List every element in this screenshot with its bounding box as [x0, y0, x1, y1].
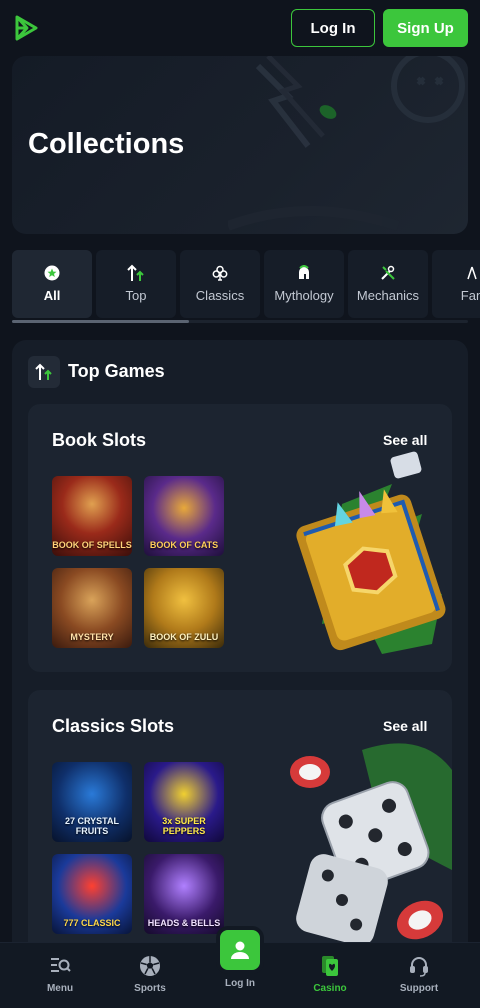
- game-name: BOOK OF CATS: [149, 540, 219, 550]
- category-scrollbar[interactable]: [12, 320, 468, 323]
- login-button[interactable]: Log In: [291, 9, 375, 47]
- tab-label: Top: [125, 288, 147, 303]
- tab-fantasy[interactable]: Fan: [432, 250, 480, 318]
- section-title: Top Games: [68, 361, 165, 381]
- nav-sports[interactable]: Sports: [110, 955, 190, 994]
- card-title: Classics Slots: [52, 716, 175, 736]
- game-thumb-777-classic[interactable]: 777 CLASSIC: [52, 854, 132, 934]
- nav-support[interactable]: Support: [379, 955, 459, 994]
- magic-book-icon: [296, 451, 446, 654]
- game-name: BOOK OF ZULU: [149, 632, 219, 642]
- arrows-up-icon: [126, 264, 146, 282]
- signup-button[interactable]: Sign Up: [383, 9, 468, 47]
- fantasy-icon: [464, 264, 480, 282]
- game-thumb-mystery[interactable]: MYSTERY: [52, 568, 132, 648]
- tab-label: Mechanics: [356, 288, 420, 303]
- game-name: 27 CRYSTAL FRUITS: [64, 816, 119, 836]
- nav-menu[interactable]: Menu: [20, 955, 100, 994]
- game-name: 3x SUPER PEPPERS: [162, 816, 206, 836]
- top-header: Log In Sign Up: [0, 0, 480, 56]
- tab-label: Mythology: [274, 288, 334, 303]
- game-thumb-heads-bells[interactable]: HEADS & BELLS: [144, 854, 224, 934]
- tab-top[interactable]: Top: [96, 250, 176, 318]
- top-games-icon: [28, 356, 60, 388]
- nav-label: Sports: [134, 983, 166, 994]
- tab-classics[interactable]: Classics: [180, 250, 260, 318]
- tab-label: All: [43, 288, 61, 303]
- tab-label: Classics: [195, 288, 245, 303]
- scrollbar-thumb[interactable]: [12, 320, 189, 323]
- soccer-ball-icon: [139, 955, 161, 977]
- classics-slots-card: Classics Slots See all 27 CRYSTAL FRUITS…: [28, 690, 452, 958]
- top-games-panel: Top Games Book Slots See all BOOK OF SPE…: [12, 340, 468, 980]
- hero-decoration-icon: [228, 56, 465, 231]
- spartan-helmet-icon: [296, 264, 312, 282]
- collections-hero: Collections: [12, 56, 468, 234]
- game-thumb-crystal-fruits[interactable]: 27 CRYSTAL FRUITS: [52, 762, 132, 842]
- category-tabs: All Top Classics Mythology Mechanics Fan: [12, 250, 480, 318]
- page-title: Collections: [28, 128, 185, 160]
- game-name: 777 CLASSIC: [63, 918, 121, 928]
- app-page: Log In Sign Up Collections All Top Class…: [0, 0, 480, 1008]
- card-title: Book Slots: [52, 430, 147, 450]
- nav-label[interactable]: Log In: [200, 978, 280, 989]
- club-icon: [212, 264, 228, 282]
- tools-icon: [380, 264, 396, 282]
- menu-search-icon: [49, 955, 71, 977]
- book-slots-card: Book Slots See all BOOK OF SPELLS BOOK O…: [28, 404, 452, 672]
- user-icon: [220, 930, 260, 970]
- game-thumb-book-of-cats[interactable]: BOOK OF CATS: [144, 476, 224, 556]
- dice-icon: [290, 743, 452, 946]
- game-thumb-book-of-zulu[interactable]: BOOK OF ZULU: [144, 568, 224, 648]
- nav-login-button[interactable]: [216, 926, 264, 974]
- nav-label: Support: [399, 983, 439, 994]
- brand-logo-icon[interactable]: [12, 14, 40, 42]
- tab-mechanics[interactable]: Mechanics: [348, 250, 428, 318]
- nav-label: Casino: [313, 983, 347, 994]
- tab-all[interactable]: All: [12, 250, 92, 318]
- game-name: MYSTERY: [70, 632, 114, 642]
- game-thumb-super-peppers[interactable]: 3x SUPER PEPPERS: [144, 762, 224, 842]
- star-circle-icon: [44, 264, 60, 282]
- game-thumb-book-of-spells[interactable]: BOOK OF SPELLS: [52, 476, 132, 556]
- headset-icon: [408, 955, 430, 977]
- tab-label: Fan: [460, 288, 480, 303]
- game-name: BOOK OF SPELLS: [52, 540, 132, 550]
- tab-mythology[interactable]: Mythology: [264, 250, 344, 318]
- nav-label: Menu: [46, 983, 74, 994]
- nav-casino[interactable]: Casino: [290, 955, 370, 994]
- game-name: HEADS & BELLS: [147, 918, 221, 928]
- cards-icon: [320, 955, 340, 977]
